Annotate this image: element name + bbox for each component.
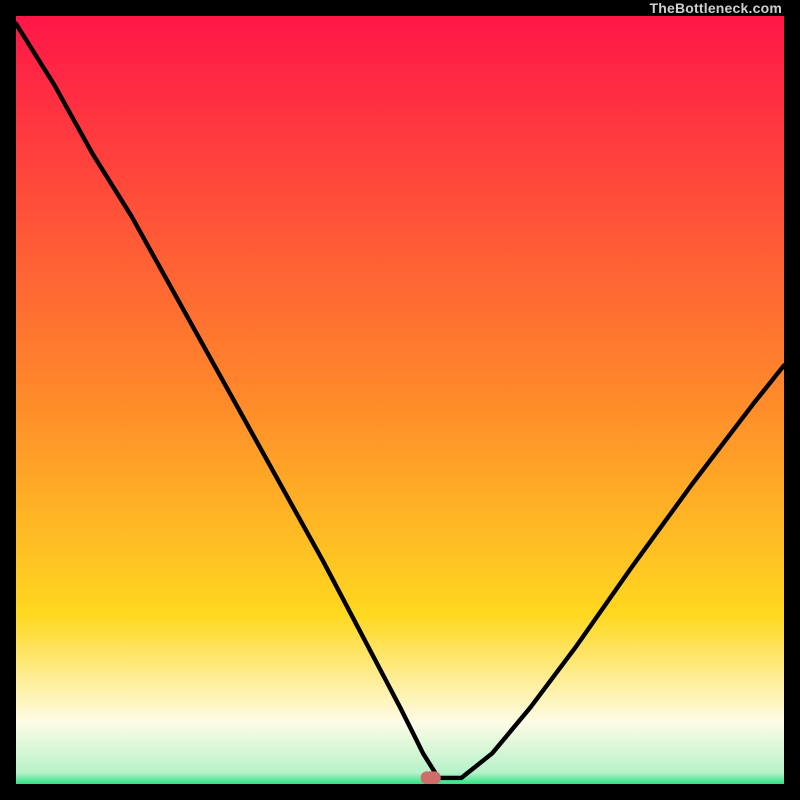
chart-plot [16,16,784,784]
minimum-marker [421,771,441,784]
chart-frame: TheBottleneck.com [0,0,800,800]
gradient-background [16,16,784,784]
watermark-text: TheBottleneck.com [649,0,784,16]
chart-svg [16,16,784,784]
